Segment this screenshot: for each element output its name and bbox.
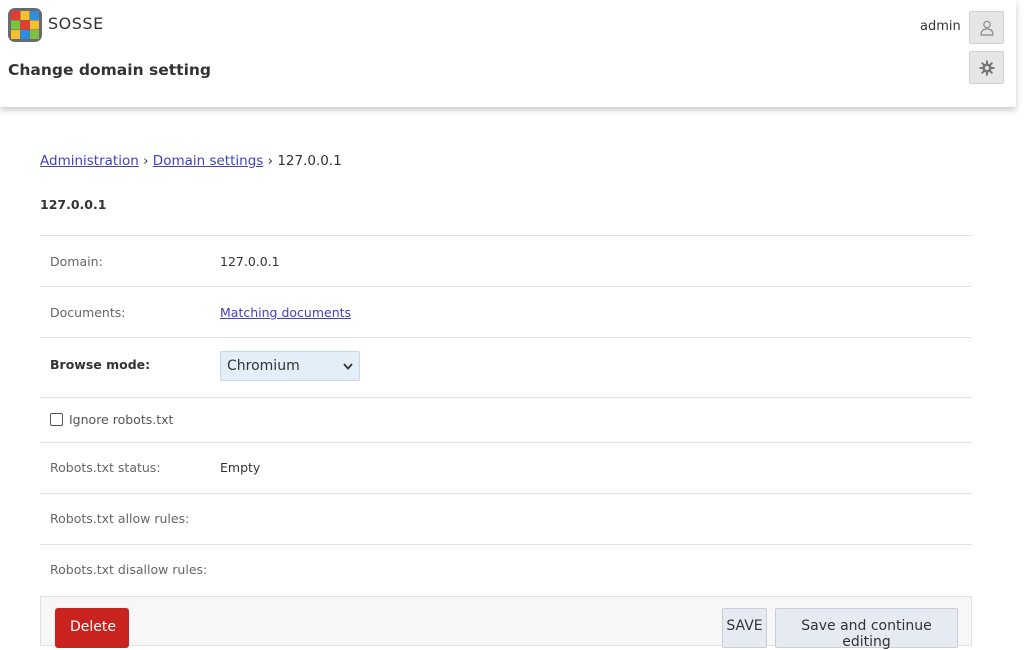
gear-icon [979,60,994,75]
robots-allow-row: Robots.txt allow rules: [40,494,972,545]
page-title: Change domain setting [8,61,212,79]
submit-row: Delete SAVE Save and continue editing [40,596,972,650]
domain-setting-form: Domain: 127.0.0.1 Documents: Matching do… [40,235,972,596]
delete-button[interactable]: Delete [55,608,129,648]
documents-label: Documents: [50,305,126,320]
username: admin [920,19,961,34]
user-icon [979,20,994,36]
ignore-robots-row: Ignore robots.txt [40,398,972,443]
save-and-continue-button[interactable]: Save and continue editing [775,608,958,650]
browse-mode-select[interactable]: Chromium [220,351,360,381]
sosse-logo[interactable] [8,8,42,42]
user-menu-button[interactable] [969,11,1004,44]
domain-value: 127.0.0.1 [220,254,280,269]
robots-disallow-label: Robots.txt disallow rules: [50,562,208,577]
breadcrumb-separator: › [267,153,274,169]
browse-mode-label: Browse mode: [50,357,151,372]
browse-mode-selected: Chromium [227,358,300,374]
breadcrumb-separator: › [143,153,149,169]
robots-status-label: Robots.txt status: [50,460,161,475]
chevron-down-icon [343,363,353,370]
robots-status-value: Empty [220,460,261,475]
robots-status-row: Robots.txt status: Empty [40,443,972,494]
settings-button[interactable] [969,51,1004,84]
ignore-robots-label[interactable]: Ignore robots.txt [69,412,173,427]
breadcrumb-administration[interactable]: Administration [40,153,139,169]
object-title: 127.0.0.1 [40,197,107,212]
robots-allow-label: Robots.txt allow rules: [50,511,190,526]
breadcrumb: Administration › Domain settings › 127.0… [40,153,342,169]
documents-row: Documents: Matching documents [40,287,972,338]
breadcrumb-current: 127.0.0.1 [277,153,342,169]
domain-label: Domain: [50,254,103,269]
domain-row: Domain: 127.0.0.1 [40,236,972,287]
save-button[interactable]: SAVE [722,608,767,648]
browse-mode-row: Browse mode: Chromium [40,338,972,398]
breadcrumb-domain-settings[interactable]: Domain settings [153,153,264,169]
header: SOSSE Change domain setting admin [0,0,1016,107]
robots-disallow-row: Robots.txt disallow rules: [40,545,972,596]
ignore-robots-checkbox[interactable] [50,413,63,426]
matching-documents-link[interactable]: Matching documents [220,305,351,320]
brand-name[interactable]: SOSSE [48,14,104,33]
